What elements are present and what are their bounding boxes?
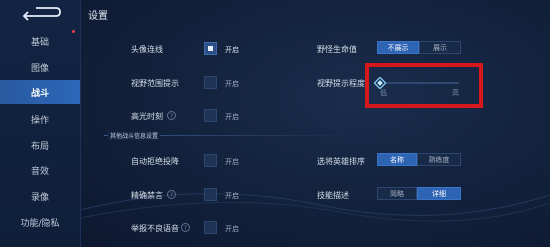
vision-hint-checkbox[interactable] [204, 76, 217, 89]
report-voice-value: 开启 [225, 225, 239, 233]
auto-reject-checkbox[interactable] [204, 154, 217, 167]
sidebar-item-graphics[interactable]: 图像 [0, 55, 80, 79]
back-arrow-icon[interactable] [18, 4, 62, 22]
sidebar-item-battle[interactable]: 战斗 [0, 80, 80, 104]
highlight-checkbox[interactable] [204, 109, 217, 122]
sidebar-item-privacy[interactable]: 功能/隐私 [0, 210, 80, 234]
vision-hint-value: 开启 [225, 80, 239, 88]
sidebar-item-label: 基础 [30, 37, 49, 48]
help-icon[interactable]: ? [181, 223, 190, 232]
sidebar-item-label: 录像 [30, 192, 49, 203]
sidebar: 基础 图像 战斗 操作 布局 音效 录像 功能/隐私 [0, 0, 81, 247]
sidebar-item-label: 操作 [30, 115, 49, 126]
hero-sort-proficiency-option[interactable]: 熟练度 [417, 153, 461, 166]
sidebar-item-label: 图像 [30, 63, 49, 74]
sidebar-item-sound[interactable]: 音效 [0, 158, 80, 182]
auto-reject-value: 开启 [225, 158, 239, 166]
avatar-connect-label: 头像连线 [131, 45, 163, 54]
hero-sort-toggle: 名称 熟练度 [377, 153, 461, 166]
report-voice-checkbox[interactable] [204, 221, 217, 234]
help-icon[interactable]: ? [167, 190, 176, 199]
avatar-connect-checkbox[interactable] [204, 42, 217, 55]
sidebar-item-label: 功能/隐私 [20, 218, 60, 229]
avatar-connect-value: 开启 [225, 46, 239, 54]
section-title: 其他战斗信息设置 [108, 131, 161, 140]
skill-desc-toggle: 简略 详细 [377, 187, 461, 200]
sidebar-item-label: 战斗 [30, 88, 49, 99]
skill-desc-label: 技能描述 [317, 191, 349, 200]
monster-hp-show-option[interactable]: 展示 [419, 41, 461, 54]
precise-ban-label: 精确禁言 [131, 191, 163, 200]
monster-hp-label: 野怪生命值 [317, 45, 357, 54]
sidebar-item-label: 布局 [30, 141, 49, 152]
auto-reject-label: 自动拒绝投降 [131, 157, 179, 166]
vision-hint-label: 视野范围提示 [131, 79, 179, 88]
sidebar-item-basic[interactable]: 基础 [0, 29, 80, 53]
monster-hp-toggle: 不展示 展示 [377, 41, 461, 54]
sidebar-item-replay[interactable]: 录像 [0, 184, 80, 208]
monster-hp-hide-option[interactable]: 不展示 [377, 41, 419, 54]
highlight-value: 开启 [225, 113, 239, 121]
precise-ban-checkbox[interactable] [204, 188, 217, 201]
help-icon[interactable]: ? [167, 111, 176, 120]
page-title: 设置 [88, 11, 108, 22]
notification-dot [72, 30, 75, 33]
highlight-box [365, 63, 483, 108]
sidebar-item-layout[interactable]: 布局 [0, 133, 80, 157]
vision-level-label: 视野提示程度 [317, 79, 365, 88]
report-voice-label: 举报不良语音 [131, 224, 179, 233]
settings-screen: 基础 图像 战斗 操作 布局 音效 录像 功能/隐私 设置 头像连线 开启 视野… [0, 0, 550, 247]
section-header: 其他战斗信息设置 [104, 131, 544, 140]
skill-desc-detailed-option[interactable]: 详细 [417, 187, 461, 200]
sidebar-item-label: 音效 [30, 166, 49, 177]
hero-sort-name-option[interactable]: 名称 [377, 153, 417, 166]
hero-sort-label: 选将英雄排序 [317, 157, 365, 166]
skill-desc-brief-option[interactable]: 简略 [377, 187, 417, 200]
sidebar-item-controls[interactable]: 操作 [0, 107, 80, 131]
precise-ban-value: 开启 [225, 192, 239, 200]
highlight-label: 高光时刻 [131, 112, 163, 121]
